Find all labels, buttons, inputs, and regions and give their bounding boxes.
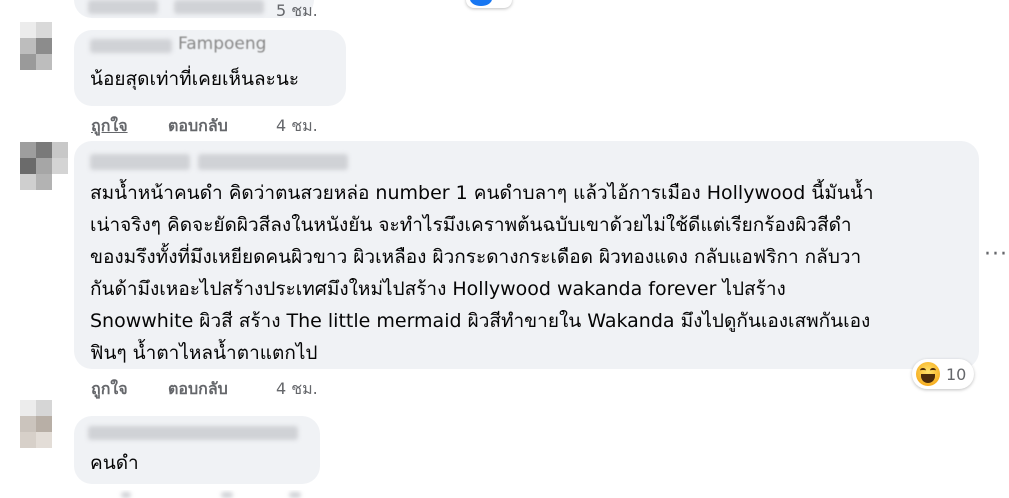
comment-bubble: Fampoeng น้อยสุดเท่าที่เคยเห็นละนะ (74, 30, 346, 106)
comment-actions-partial (91, 490, 321, 498)
comment-bubble: สมน้ำหน้าคนดำ คิดว่าตนสวยหล่อ number 1 ค… (74, 141, 979, 369)
comment-time[interactable]: 4 ชม. (276, 114, 318, 139)
comment-time[interactable]: 5 ชม. (276, 0, 318, 24)
comment-text-line: ของมรึงทั้งที่มึงเหยียดคนผิวขาว ผิวเหลือ… (90, 246, 862, 268)
reaction-count: 10 (946, 364, 967, 384)
like-button[interactable]: ถูกใจ (91, 114, 128, 139)
comment-text: น้อยสุดเท่าที่เคยเห็นละนะ (90, 68, 300, 90)
reaction-badge-top[interactable] (466, 0, 512, 8)
comment-bubble: คนดำ (74, 416, 320, 484)
blurred-name (90, 154, 190, 170)
comment-author[interactable]: Fampoeng (178, 34, 266, 54)
like-button[interactable]: ถูกใจ (91, 377, 128, 402)
comment-text: คนดำ (90, 452, 139, 474)
avatar[interactable] (20, 22, 68, 86)
avatar[interactable] (20, 400, 68, 464)
avatar[interactable] (20, 142, 68, 206)
comment-text-line: Snowwhite ผิวสี สร้าง The little mermaid… (90, 310, 871, 332)
reply-button[interactable]: ตอบกลับ (168, 114, 228, 139)
blurred-name (88, 0, 158, 14)
reaction-summary[interactable]: 10 (912, 359, 975, 389)
comment-text-line: สมน้ำหน้าคนดำ คิดว่าตนสวยหล่อ number 1 ค… (90, 182, 874, 204)
blurred-name (198, 154, 348, 170)
comment-text-line: เน่าจริงๆ คิดจะยัดผิวสีลงในหนังยัน จะทำไ… (90, 214, 852, 236)
like-icon (470, 0, 492, 6)
blurred-name (90, 39, 172, 53)
more-options-icon[interactable]: ··· (984, 242, 1008, 267)
comment-time[interactable]: 4 ชม. (276, 377, 318, 402)
haha-icon (916, 362, 940, 386)
blurred-name (88, 426, 298, 440)
comment-text-line: ฟินๆ น้ำตาไหลน้ำตาแตกไป (90, 342, 318, 364)
blurred-name (174, 0, 264, 14)
comment-text-line: กันด้ามึงเหอะไปสร้างประเทศมึงใหม่ไปสร้าง… (90, 278, 786, 300)
reply-button[interactable]: ตอบกลับ (168, 377, 228, 402)
